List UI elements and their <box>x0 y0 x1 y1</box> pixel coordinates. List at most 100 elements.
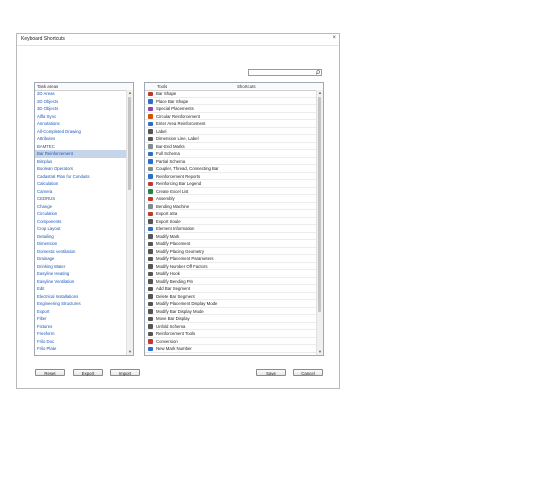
reset-button[interactable]: Reset <box>35 369 65 376</box>
tool-row[interactable]: Special Placements <box>145 105 317 113</box>
tool-row[interactable]: Create Excel List <box>145 188 317 195</box>
scroll-up-icon[interactable]: ▲ <box>127 90 133 96</box>
legend-icon <box>148 181 153 186</box>
tool-row[interactable]: Export Soule <box>145 218 317 225</box>
tool-label: Export aSa <box>156 211 178 216</box>
cancel-button[interactable]: Cancel <box>293 369 323 376</box>
task-area-item[interactable]: Calculation <box>35 180 127 188</box>
task-area-item[interactable]: Engineering Structures <box>35 300 127 308</box>
tool-label: Conversion <box>156 338 178 344</box>
tool-row[interactable]: Reinforcing Bar Legend <box>145 180 317 188</box>
tool-row[interactable]: Circular Reinforcement <box>145 113 317 120</box>
search-input[interactable] <box>249 70 315 75</box>
task-area-item[interactable]: Detailing <box>35 233 127 241</box>
task-areas-scrollbar[interactable]: ▲ ▼ <box>126 90 133 355</box>
task-area-item[interactable]: Export <box>35 308 127 316</box>
task-area-item[interactable]: CEDRUS <box>35 195 127 203</box>
circular-reinforcement-icon <box>148 114 153 119</box>
task-area-item[interactable]: Drinking Water <box>35 263 127 271</box>
scroll-thumb[interactable] <box>318 97 321 312</box>
task-area-item[interactable]: 2D Objects <box>35 98 127 106</box>
tool-row[interactable]: Add Bar Segment <box>145 285 317 293</box>
task-area-item[interactable]: Boolean Operators <box>35 165 127 173</box>
task-area-item[interactable]: 2D Areas <box>35 90 127 98</box>
tool-row[interactable]: Reinforcement Tools <box>145 330 317 338</box>
tool-row[interactable]: Unfold Schema <box>145 323 317 330</box>
tool-label: Partial Schema <box>156 158 186 164</box>
tool-label: Delete Bar Segment <box>156 293 195 299</box>
tool-row[interactable]: Modify Placement Display Mode <box>145 300 317 308</box>
tool-row[interactable]: Delete Bar Segment <box>145 293 317 300</box>
tool-row[interactable]: Move Bar Display <box>145 315 317 323</box>
tools-column-header: Tools <box>157 84 168 89</box>
tool-row[interactable]: Dimension Line, Label <box>145 135 317 143</box>
scroll-down-icon[interactable]: ▼ <box>127 349 133 355</box>
tool-row[interactable]: New Mark Number <box>145 345 317 353</box>
task-area-item[interactable]: Change <box>35 203 127 211</box>
tool-row[interactable]: Bending Machine <box>145 203 317 210</box>
task-area-item[interactable]: Dimension <box>35 240 127 248</box>
search-icon[interactable] <box>314 70 321 75</box>
tool-row[interactable]: Export aSa <box>145 210 317 218</box>
tools-scrollbar[interactable]: ▲ ▼ <box>316 90 323 355</box>
tool-row[interactable]: Reinforcement Reports <box>145 173 317 180</box>
task-area-item[interactable]: Circulation <box>35 210 127 218</box>
tool-row[interactable]: Modify Number Off Factors <box>145 263 317 270</box>
task-area-item[interactable]: 3D Objects <box>35 105 127 113</box>
scroll-down-icon[interactable]: ▼ <box>317 349 323 355</box>
scroll-up-icon[interactable]: ▲ <box>317 90 323 96</box>
import-button[interactable]: Import <box>110 369 140 376</box>
tool-row[interactable]: Element Information <box>145 225 317 233</box>
task-area-item[interactable]: Annotations <box>35 120 127 128</box>
tool-row[interactable]: Modify Hook <box>145 270 317 278</box>
task-area-item[interactable]: Easyline Ventilation <box>35 278 127 286</box>
export-soule-icon <box>148 219 153 224</box>
tool-row[interactable]: Full Schema <box>145 150 317 158</box>
export-button[interactable]: Export <box>73 369 103 376</box>
task-area-item[interactable]: Electrical Installations <box>35 293 127 301</box>
tool-row[interactable]: Bar-End Marks <box>145 143 317 150</box>
task-area-item[interactable]: Crop Layout <box>35 225 127 233</box>
task-area-item[interactable]: Fixtures <box>35 323 127 331</box>
task-area-item[interactable]: Freeform <box>35 330 127 338</box>
task-area-item[interactable]: BAMTEC <box>35 143 127 151</box>
task-area-item[interactable]: Drainage <box>35 255 127 263</box>
task-area-item[interactable]: Attributes <box>35 135 127 143</box>
task-area-item[interactable]: Components <box>35 218 127 226</box>
tool-row[interactable]: Conversion <box>145 338 317 345</box>
tool-row[interactable]: Assembly <box>145 195 317 203</box>
task-area-item[interactable]: Edit <box>35 285 127 293</box>
scroll-thumb[interactable] <box>128 97 131 190</box>
tool-row[interactable]: Label <box>145 128 317 135</box>
task-area-item[interactable]: Domestic ventilation <box>35 248 127 256</box>
task-area-item[interactable]: Camera <box>35 188 127 196</box>
tool-row[interactable]: Modify Mark <box>145 233 317 240</box>
tool-row[interactable]: Partial Schema <box>145 158 317 165</box>
task-area-item[interactable]: Bar Reinforcement <box>35 150 127 158</box>
tool-row[interactable]: Place Bar Shape <box>145 98 317 105</box>
tool-row[interactable]: Modify Bar Display Mode <box>145 308 317 315</box>
task-area-item[interactable]: Filter <box>35 315 127 323</box>
close-icon[interactable]: × <box>332 35 336 42</box>
tool-row[interactable]: Modify Placing Geometry <box>145 248 317 255</box>
tool-row[interactable]: Bar Shape <box>145 90 317 98</box>
task-area-item[interactable]: Bimplus <box>35 158 127 166</box>
tool-row[interactable]: Modify Bending Pin <box>145 278 317 285</box>
tool-row[interactable]: Enter Area Reinforcement <box>145 120 317 128</box>
task-area-item[interactable]: Frilo Doc <box>35 338 127 346</box>
tool-row[interactable]: Coupler, Thread, Connecting Bar <box>145 165 317 173</box>
task-area-item[interactable]: Frilo Plate <box>35 345 127 353</box>
tool-label: Place Bar Shape <box>156 98 189 104</box>
tool-row[interactable]: Modify Placement <box>145 240 317 248</box>
modify-placement-icon <box>148 241 153 246</box>
tool-label: Full Schema <box>156 151 180 156</box>
task-areas-list: 2D Areas 2D Objects 3D Objects Allfa Sync An… <box>35 90 127 353</box>
task-area-item[interactable]: Easyline Heating <box>35 270 127 278</box>
tool-row[interactable]: Modify Placement Parameters <box>145 255 317 263</box>
save-button[interactable]: Save <box>256 369 286 376</box>
task-area-item[interactable]: All-Completed Drawing <box>35 128 127 136</box>
task-area-item[interactable]: Allfa Sync <box>35 113 127 121</box>
task-area-item[interactable]: Cadastral Plan for Conduits <box>35 173 127 181</box>
search-box[interactable] <box>248 69 322 76</box>
new-mark-icon <box>148 346 153 351</box>
